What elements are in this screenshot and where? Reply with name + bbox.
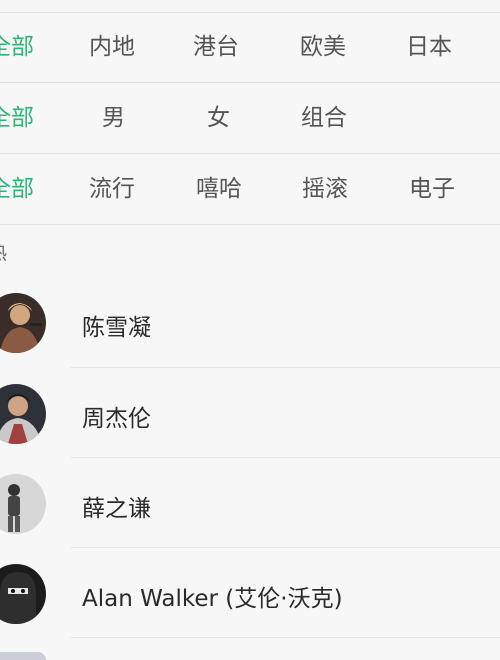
filter-genre-electronic[interactable]: 电子 [409,154,455,224]
filter-region-mainland[interactable]: 内地 [89,12,135,82]
filter-genre-rock[interactable]: 摇滚 [302,154,348,224]
avatar-image [0,384,46,444]
filter-genre-hiphop[interactable]: 嘻哈 [196,154,242,224]
filter-row-genre: 全部 流行 嘻哈 摇滚 电子 [0,154,500,225]
filter-genre-pop[interactable]: 流行 [89,154,135,224]
person-avatar-icon [0,293,46,353]
row-divider [70,637,500,638]
artist-row[interactable]: 薛之谦 [0,458,500,548]
artist-row[interactable]: 周杰伦 [0,368,500,458]
person-avatar-icon [0,474,46,534]
hot-section-label: 热 [0,238,7,265]
filter-row-gender: 全部 男 女 组合 [0,83,500,154]
filter-region-western[interactable]: 欧美 [300,12,346,82]
filter-gender-female[interactable]: 女 [207,83,230,153]
person-avatar-icon [0,384,46,444]
avatar-image [0,564,46,624]
filter-gender-group[interactable]: 组合 [301,83,347,153]
artist-name: 薛之谦 [82,496,151,522]
avatar-image [0,474,46,534]
person-avatar-icon [0,564,46,624]
filter-row-region: 全部 内地 港台 欧美 日本 [0,12,500,83]
person-avatar-icon [0,652,46,660]
artist-row[interactable]: Alan Walker (艾伦·沃克) [0,548,500,638]
artist-name: 陈雪凝 [82,315,151,341]
filter-gender-all[interactable]: 全部 [0,83,34,153]
artist-name: Alan Walker (艾伦·沃克) [82,586,343,612]
filter-region-hktw[interactable]: 港台 [193,12,239,82]
filter-genre-all[interactable]: 全部 [0,154,34,224]
avatar-image [0,293,46,353]
filter-gender-male[interactable]: 男 [102,83,125,153]
filter-region-japan[interactable]: 日本 [406,12,452,82]
artist-row[interactable]: 陈雪凝 [0,278,500,368]
artist-name: 周杰伦 [82,406,151,432]
filter-region-all[interactable]: 全部 [0,12,34,82]
